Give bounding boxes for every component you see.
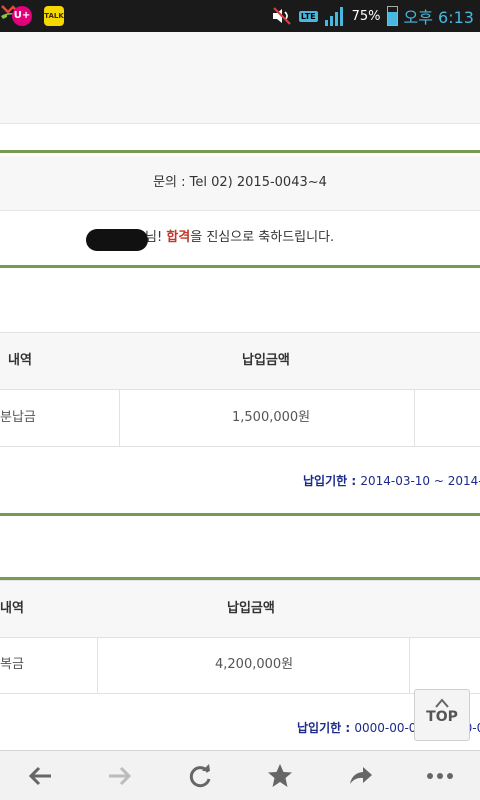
battery-percent: 75% [351, 8, 381, 24]
header-amount: 납입금액 [242, 353, 290, 368]
row-amount: 1,500,000원 [232, 410, 311, 425]
network-type-badge: LTE [298, 10, 318, 22]
more-icon [427, 773, 453, 779]
refresh-button[interactable] [186, 762, 214, 790]
payment-table-header: 내역 납입금액 [0, 332, 480, 390]
sound-muted-icon [272, 7, 291, 25]
battery-icon [386, 6, 398, 26]
uplus-icon: U+ [12, 6, 32, 26]
bookmark-button[interactable] [266, 762, 294, 790]
contact-info: 문의 : Tel 02) 2015-0043~4 [0, 156, 480, 211]
pass-highlight: 합격 [166, 230, 191, 245]
scroll-top-button[interactable]: TOP [414, 689, 470, 741]
row-item: 복금 [0, 657, 24, 672]
header-area [0, 32, 480, 124]
table-row: 복금 4,200,000원 [0, 637, 480, 694]
back-arrow-icon [28, 766, 51, 786]
congrats-message: 님! 합격을 진심으로 축하드립니다. [0, 211, 480, 265]
more-button[interactable] [426, 762, 454, 790]
header-item: 내역 [0, 601, 24, 616]
section-divider [0, 513, 480, 516]
clock: 오후 6:13 [403, 8, 474, 27]
row-amount: 4,200,000원 [215, 657, 294, 672]
header-item: 내역 [8, 353, 32, 368]
signal-strength-icon [324, 7, 343, 26]
payment-table-header: 내역 납입금액 [0, 580, 480, 638]
forward-button[interactable] [106, 762, 134, 790]
redacted-name [86, 229, 148, 251]
status-bar: U+ TALK LTE 75% 오후 6:13 [0, 0, 480, 32]
header-amount: 납입금액 [227, 601, 275, 616]
back-button[interactable] [26, 762, 54, 790]
section-divider [0, 150, 480, 153]
browser-toolbar [0, 750, 480, 800]
share-button[interactable] [346, 762, 374, 790]
row-item: 분납금 [0, 410, 36, 425]
table-row: 분납금 1,500,000원 [0, 390, 480, 447]
web-content[interactable]: 문의 : Tel 02) 2015-0043~4 님! 합격을 진심으로 축하드… [0, 32, 480, 750]
refresh-icon [189, 764, 211, 788]
section-divider [0, 265, 480, 268]
payment-deadline: 납입기한 : 2014-03-10 ~ 2014-0 [303, 474, 480, 488]
star-icon [268, 764, 292, 787]
forward-arrow-icon [109, 766, 132, 786]
kakaotalk-icon: TALK [44, 6, 64, 26]
share-icon [350, 767, 372, 784]
